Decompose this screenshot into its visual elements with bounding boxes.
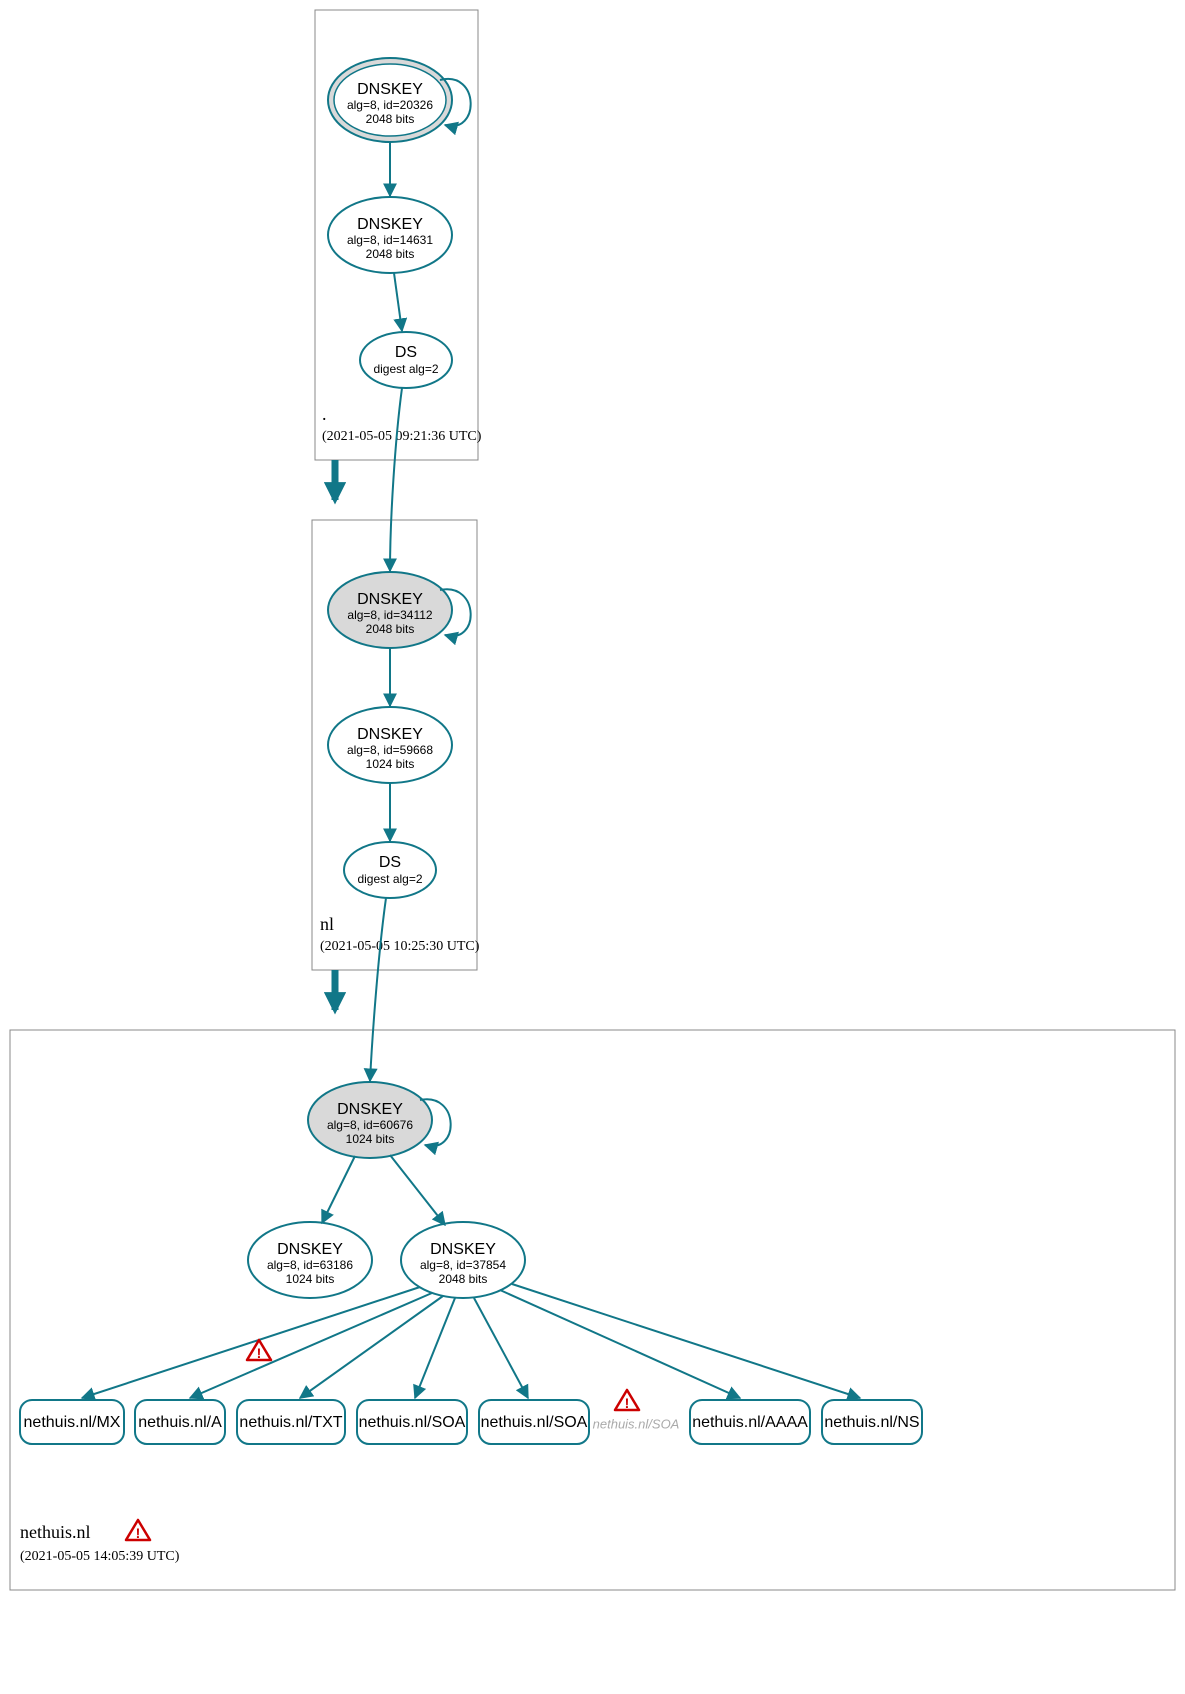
edge-nethksk-zsk2 [390, 1155, 445, 1225]
rrset-a: nethuis.nl/A [135, 1400, 225, 1444]
svg-text:nethuis.nl/TXT: nethuis.nl/TXT [239, 1414, 342, 1431]
edge-zsk2-aaaa [500, 1290, 740, 1398]
node-root-ds: DS digest alg=2 [360, 332, 452, 388]
zone-root-label: . [322, 404, 327, 424]
root-ds-sub1: digest alg=2 [373, 362, 438, 376]
zone-nl-label: nl [320, 914, 334, 934]
svg-text:!: ! [625, 1395, 630, 1411]
edge-zsk2-soa2 [474, 1298, 528, 1398]
edge-nethksk-zsk1 [322, 1156, 355, 1223]
nl-ksk-sub2: 2048 bits [366, 622, 415, 636]
neth-zsk1-sub2: 1024 bits [286, 1272, 335, 1286]
rrset-soa-2: nethuis.nl/SOA [479, 1400, 589, 1444]
warning-icon-rrset-soa3: ! [615, 1390, 639, 1411]
svg-text:nethuis.nl/NS: nethuis.nl/NS [824, 1414, 919, 1431]
svg-text:nethuis.nl/SOA: nethuis.nl/SOA [359, 1414, 466, 1431]
neth-zsk1-title: DNSKEY [277, 1241, 343, 1258]
zone-nethuis-label: nethuis.nl [20, 1522, 91, 1542]
neth-zsk2-sub1: alg=8, id=37854 [420, 1258, 506, 1272]
root-zsk-title: DNSKEY [357, 216, 423, 233]
svg-text:nethuis.nl/AAAA: nethuis.nl/AAAA [692, 1414, 808, 1431]
rrset-soa-1: nethuis.nl/SOA [357, 1400, 467, 1444]
edge-zsk2-soa1 [415, 1298, 455, 1398]
svg-text:nethuis.nl/SOA: nethuis.nl/SOA [593, 1416, 680, 1431]
edge-rootds-nlksk [390, 388, 402, 571]
edge-rootzsk-rootds [394, 273, 402, 331]
rrset-txt: nethuis.nl/TXT [237, 1400, 345, 1444]
neth-ksk-sub2: 1024 bits [346, 1132, 395, 1146]
svg-text:!: ! [257, 1345, 262, 1361]
node-root-zsk: DNSKEY alg=8, id=14631 2048 bits [328, 197, 452, 273]
edge-zsk2-a [190, 1293, 432, 1398]
neth-ksk-sub1: alg=8, id=60676 [327, 1118, 413, 1132]
node-neth-ksk: DNSKEY alg=8, id=60676 1024 bits [308, 1082, 432, 1158]
root-zsk-sub2: 2048 bits [366, 247, 415, 261]
node-root-ksk: DNSKEY alg=8, id=20326 2048 bits [328, 58, 452, 142]
nl-ksk-title: DNSKEY [357, 591, 423, 608]
svg-text:nethuis.nl/SOA: nethuis.nl/SOA [481, 1414, 588, 1431]
root-ds-title: DS [395, 344, 417, 361]
nl-zsk-sub2: 1024 bits [366, 757, 415, 771]
edge-nlds-nethksk [370, 898, 386, 1081]
rrset-mx: nethuis.nl/MX [20, 1400, 124, 1444]
node-nl-ksk: DNSKEY alg=8, id=34112 2048 bits [328, 572, 452, 648]
neth-zsk2-title: DNSKEY [430, 1241, 496, 1258]
root-ksk-title: DNSKEY [357, 81, 423, 98]
edge-zsk2-mx [82, 1287, 420, 1398]
root-zsk-sub1: alg=8, id=14631 [347, 233, 433, 247]
node-nl-ds: DS digest alg=2 [344, 842, 436, 898]
nl-ds-title: DS [379, 854, 401, 871]
neth-zsk1-sub1: alg=8, id=63186 [267, 1258, 353, 1272]
nl-zsk-title: DNSKEY [357, 726, 423, 743]
svg-text:!: ! [136, 1525, 141, 1541]
rrset-soa-3-faded: nethuis.nl/SOA [593, 1416, 680, 1431]
root-ksk-sub1: alg=8, id=20326 [347, 98, 433, 112]
rrset-aaaa: nethuis.nl/AAAA [690, 1400, 810, 1444]
node-neth-zsk1: DNSKEY alg=8, id=63186 1024 bits [248, 1222, 372, 1298]
zone-root-ts: (2021-05-05 09:21:36 UTC) [322, 429, 482, 444]
zone-nethuis-ts: (2021-05-05 14:05:39 UTC) [20, 1549, 180, 1564]
rrset-ns: nethuis.nl/NS [822, 1400, 922, 1444]
edge-zsk2-ns [512, 1284, 860, 1398]
nl-zsk-sub1: alg=8, id=59668 [347, 743, 433, 757]
nl-ds-sub1: digest alg=2 [357, 872, 422, 886]
neth-zsk2-sub2: 2048 bits [439, 1272, 488, 1286]
svg-text:nethuis.nl/MX: nethuis.nl/MX [24, 1414, 121, 1431]
neth-ksk-title: DNSKEY [337, 1101, 403, 1118]
dnssec-graph: DNSKEY alg=8, id=20326 2048 bits DNSKEY … [0, 0, 1185, 1694]
nl-ksk-sub1: alg=8, id=34112 [347, 608, 433, 622]
svg-text:nethuis.nl/A: nethuis.nl/A [138, 1414, 222, 1431]
warning-icon-zone-nethuis: ! [126, 1520, 150, 1541]
node-nl-zsk: DNSKEY alg=8, id=59668 1024 bits [328, 707, 452, 783]
zone-nl-ts: (2021-05-05 10:25:30 UTC) [320, 939, 480, 954]
root-ksk-sub2: 2048 bits [366, 112, 415, 126]
